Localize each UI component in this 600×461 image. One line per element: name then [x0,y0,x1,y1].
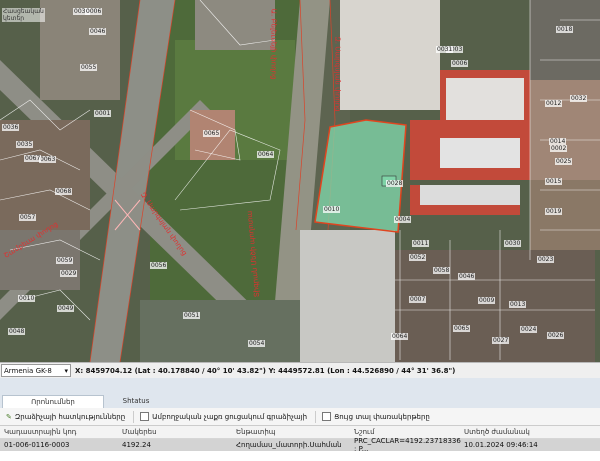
parcel-label: 0051 [183,312,201,319]
map-view[interactable]: Հասցեական կետեր 0030 0006 0046 0055 0001… [0,0,600,362]
projection-select[interactable]: Armenia GK-8 ▾ [1,364,71,377]
parcel-label: 0004 [394,216,412,223]
parcel-label: 0049 [57,305,75,312]
tab-search[interactable]: Որոնումներ [2,395,104,408]
col-note[interactable]: Նշում [354,428,464,436]
parcel-label: 0059 [56,257,74,264]
parcel-label: 0065 [203,130,221,137]
parcel-label: 0055 [80,64,98,71]
parcel-label: 0018 [556,26,574,33]
empty-area [0,451,600,461]
table-row[interactable]: 01-006-0116-0003 4192.24 Հողամաս_մատորի.… [0,437,600,453]
street-label: Ա. Բելեւսեյի փողոց [269,8,278,80]
properties-button[interactable]: ✎ Զրաձիչայի հատկությունները [4,413,127,421]
parcel-label: 0010 [323,206,341,213]
parcel-label: 0028 [386,180,404,187]
parcel-label: 0068 [55,188,73,195]
parcel-label: 0012 [545,100,563,107]
pencil-icon: ✎ [6,412,12,421]
results-table: Կադաստրային կոդ Մակերես Ենթատիպ Նշում Ստ… [0,426,600,453]
parcel-label: 0032 [570,95,588,102]
divider [133,410,135,423]
parcel-label: 0046 [458,273,476,280]
parcel-label: 0027 [492,337,510,344]
address-points-label: Հասցեական կետեր [2,8,45,22]
cell-subtype: Հողամաս_մատորի.Սահման [236,441,342,449]
parcel-label: 0024 [520,326,538,333]
checkbox[interactable] [322,412,332,421]
parcel-label: 0048 [8,328,26,335]
col-cadastral-code[interactable]: Կադաստրային կոդ [0,428,122,436]
parcel-label: 0030 [504,240,522,247]
parcel-label: 0006 [451,60,469,67]
col-area[interactable]: Մակերես [122,428,236,436]
cell-area: 4192.24 [122,441,151,449]
parcel-label: 0002 [550,145,568,152]
parcel-label: 0054 [248,340,266,347]
parcel-label: 0025 [555,158,573,165]
parcel-label: 0023 [537,256,555,263]
table-header: Կադաստրային կոդ Մակերես Ենթատիպ Նշում Ստ… [0,426,600,439]
checkbox-show-docs[interactable]: Ցույց տալ փառակերթերը [320,412,432,421]
cell-cadastral-code: 01-006-0116-0003 [4,441,70,449]
tab-bar: Որոնումներ Shtatus [0,378,600,408]
checkbox[interactable] [140,412,150,421]
parcel-label: 0015 [545,178,563,185]
checkbox-full-list[interactable]: Ամբողջական չաքռ ցուցակում գրաձիչայի [138,412,309,421]
parcel-label: 0013 [509,301,527,308]
parcel-label: 0064 [391,333,409,340]
parcel-label: 0007 [409,296,427,303]
cell-created: 10.01.2024 09:46:14 [464,441,538,449]
parcel-label: 0052 [409,254,427,261]
chevron-down-icon: ▾ [64,366,68,375]
parcel-label: 0011 [412,240,430,247]
coordinate-readout: X: 8459704.12 (Lat : 40.178840 / 40° 10'… [75,366,456,375]
parcel-label: 0064 [257,151,275,158]
parcel-label: 0058 [433,267,451,274]
parcel-label: 0056 [150,262,168,269]
parcel-label: 0009 [478,297,496,304]
parcel-label: 0006 [85,8,103,15]
parcel-label: 0029 [60,270,78,277]
col-created[interactable]: Ստեղծ ժամանակ [464,428,594,436]
parcel-label: 0031 [436,46,454,53]
projection-value: Armenia GK-8 [4,366,52,375]
tab-other[interactable]: Shtatus [106,395,166,407]
parcel-label: 0010 [18,295,36,302]
divider [315,410,317,423]
parcel-label: 0019 [545,208,563,215]
parcel-label: 0046 [89,28,107,35]
street-label: Զ. Սարգսյան փողոց [333,36,342,112]
parcel-label: 0063 [39,156,57,163]
parcel-label: 0035 [16,141,34,148]
parcel-label: 0067 [24,155,42,162]
parcel-label: 0036 [2,124,20,131]
parcel-label: 0001 [94,110,112,117]
parcel-label: 0065 [453,325,471,332]
parcel-label: 0026 [547,332,565,339]
col-subtype[interactable]: Ենթատիպ [236,428,354,436]
parcel-label: 0057 [19,214,37,221]
status-bar: Armenia GK-8 ▾ X: 8459704.12 (Lat : 40.1… [0,362,600,379]
results-toolbar: ✎ Զրաձիչայի հատկությունները Ամբողջական չ… [0,408,600,426]
parcel-label: 0014 [549,138,567,145]
